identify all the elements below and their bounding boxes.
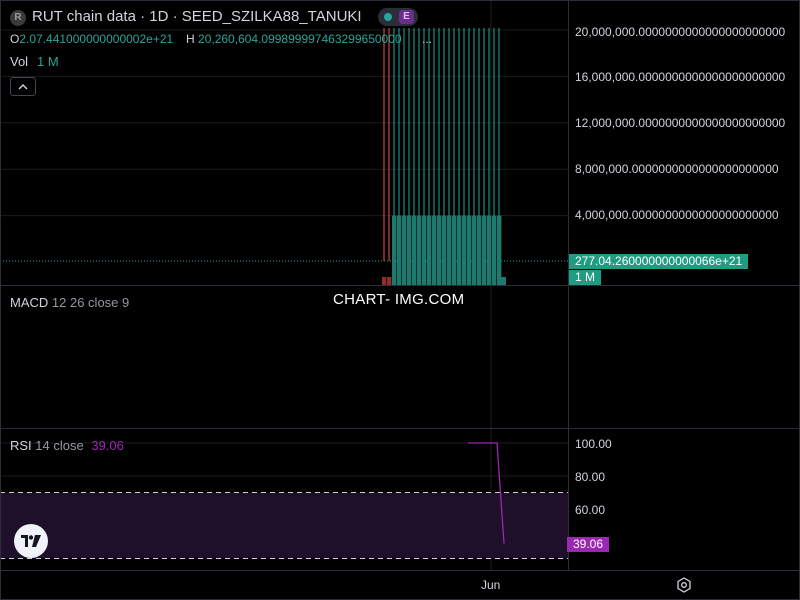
rsi-band: [0, 492, 568, 559]
tv-logo-mark: [21, 535, 41, 548]
rsi-tick: 60.00: [575, 503, 606, 517]
macd-label: MACD: [10, 295, 49, 310]
price-tick: 4,000,000.0000000000000000000000: [575, 208, 779, 222]
volume-bar: [422, 215, 427, 285]
rsi-label: RSI: [10, 438, 32, 453]
volume-bar: [492, 215, 497, 285]
macd-legend[interactable]: MACD 12 26 close 9: [10, 295, 129, 310]
chevron-up-icon: [18, 84, 28, 90]
rsi-tick: 100.00: [575, 437, 612, 451]
volume-bar: [457, 215, 462, 285]
volume-bar: [447, 215, 452, 285]
rsi-value: 39.06: [91, 438, 124, 453]
open-label: O: [10, 32, 20, 46]
volume-bar: [462, 215, 467, 285]
volume-bar: [382, 277, 387, 285]
price-tick: 16,000,000.0000000000000000000000: [575, 70, 786, 84]
volume-bar: [452, 215, 457, 285]
status-badge: E: [399, 10, 414, 24]
legend-more[interactable]: ...: [422, 32, 432, 46]
volume-bar: [392, 215, 397, 285]
volume-bar: [497, 215, 502, 285]
ohlc-legend: O2.07.441000000000002e+21: [10, 32, 173, 46]
symbol-icon: R: [10, 10, 26, 26]
volume-bar: [437, 215, 442, 285]
volume-bar: [407, 215, 412, 285]
volume-bar: [467, 215, 472, 285]
volume-bar: [477, 215, 482, 285]
price-tick: 12,000,000.0000000000000000000000: [575, 116, 786, 130]
price-tick: 8,000,000.0000000000000000000000: [575, 162, 779, 176]
volume-bar: [427, 215, 432, 285]
watermark: CHART- IMG.COM: [333, 291, 465, 308]
high-label: H: [186, 32, 195, 46]
volume-bar: [501, 277, 506, 285]
price-tick: 20,000,000.0000000000000000000000: [575, 25, 786, 39]
rsi-legend[interactable]: RSI 14 close 39.06: [10, 438, 124, 453]
rsi-value-tag: 39.06: [567, 537, 610, 552]
volume-tag: 1 M: [569, 270, 602, 285]
volume-bar: [417, 215, 422, 285]
settings-gear-icon[interactable]: [676, 577, 692, 593]
rsi-band-fill: [0, 492, 568, 559]
ellipsis-text: ...: [422, 32, 433, 46]
volume-series: [382, 215, 506, 285]
high-legend: H 20,260,604.099899997463299650000: [186, 32, 402, 46]
market-open-dot-icon: [384, 13, 392, 21]
volume-bar: [402, 215, 407, 285]
high-value: 20,260,604.099899997463299650000: [198, 32, 402, 46]
macd-params: 12 26 close 9: [51, 295, 130, 310]
volume-value: 1 M: [37, 54, 59, 69]
time-tick: Jun: [481, 578, 501, 592]
volume-label: Vol: [10, 54, 29, 69]
volume-bar: [412, 215, 417, 285]
rsi-tick: 80.00: [575, 470, 606, 484]
chart-title[interactable]: RUT chain data · 1D · SEED_SZILKA88_TANU…: [32, 8, 362, 25]
rsi-params: 14 close: [35, 438, 84, 453]
volume-bar: [442, 215, 447, 285]
volume-bar: [472, 215, 477, 285]
tradingview-logo-icon[interactable]: [14, 524, 48, 558]
collapse-legend-button[interactable]: [10, 77, 36, 96]
volume-bar: [487, 215, 492, 285]
volume-bar: [397, 215, 402, 285]
volume-bar: [432, 215, 437, 285]
volume-bar: [387, 277, 392, 285]
last-price-tag: 277.04.260000000000066e+21: [569, 254, 749, 269]
volume-bar: [482, 215, 487, 285]
open-value: 2.07.441000000000002e+21: [19, 32, 174, 46]
